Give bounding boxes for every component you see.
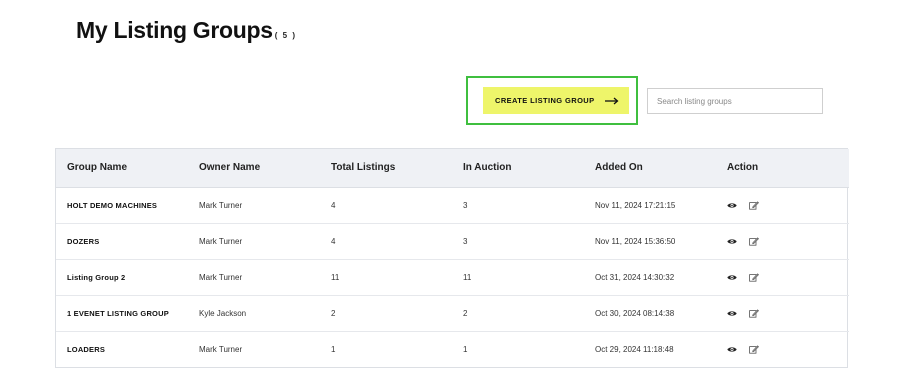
column-header-action: Action xyxy=(716,149,849,188)
eye-icon[interactable] xyxy=(727,202,737,209)
eye-icon[interactable] xyxy=(727,346,737,353)
page-title: My Listing Groups xyxy=(76,17,273,43)
owner-name-cell: Mark Turner xyxy=(199,236,243,246)
create-listing-group-button[interactable]: CREATE LISTING GROUP xyxy=(483,87,629,114)
group-name-cell: 1 EVENET LISTING GROUP xyxy=(67,308,169,318)
in-auction-cell: 3 xyxy=(463,200,468,210)
action-cell xyxy=(716,259,849,295)
total-listings-cell: 11 xyxy=(331,272,340,282)
added-on-cell: Oct 31, 2024 14:30:32 xyxy=(595,272,675,282)
table-row[interactable]: 1 EVENET LISTING GROUP Kyle Jackson 2 2 … xyxy=(56,295,849,331)
title-row: My Listing Groups ( 5 ) xyxy=(76,14,297,46)
in-auction-cell: 1 xyxy=(463,344,468,354)
owner-name-cell: Mark Turner xyxy=(199,272,243,282)
column-header-in-auction: In Auction xyxy=(452,149,584,188)
eye-icon[interactable] xyxy=(727,274,737,281)
added-on-cell: Nov 11, 2024 15:36:50 xyxy=(595,236,676,246)
page: My Listing Groups ( 5 ) CREATE LISTING G… xyxy=(0,0,904,384)
edit-icon[interactable] xyxy=(749,236,759,246)
edit-icon[interactable] xyxy=(749,200,759,210)
in-auction-cell: 3 xyxy=(463,236,468,246)
edit-icon[interactable] xyxy=(749,272,759,282)
owner-name-cell: Mark Turner xyxy=(199,200,243,210)
table-header-row: Group Name Owner Name Total Listings In … xyxy=(56,149,849,188)
in-auction-cell: 11 xyxy=(463,272,472,282)
column-header-group-name: Group Name xyxy=(56,149,188,188)
group-name-cell: Listing Group 2 xyxy=(67,272,126,282)
table-row[interactable]: Listing Group 2 Mark Turner 11 11 Oct 31… xyxy=(56,259,849,295)
column-header-added-on: Added On xyxy=(584,149,716,188)
search-listing-groups-input[interactable] xyxy=(647,88,823,114)
edit-icon[interactable] xyxy=(749,308,759,318)
table-row[interactable]: DOZERS Mark Turner 4 3 Nov 11, 2024 15:3… xyxy=(56,223,849,259)
arrow-right-icon xyxy=(604,97,619,105)
owner-name-cell: Mark Turner xyxy=(199,344,243,354)
edit-icon[interactable] xyxy=(749,344,759,354)
added-on-cell: Oct 29, 2024 11:18:48 xyxy=(595,344,674,354)
added-on-cell: Oct 30, 2024 08:14:38 xyxy=(595,308,675,318)
create-listing-group-label: CREATE LISTING GROUP xyxy=(495,96,595,105)
action-cell xyxy=(716,295,849,331)
column-header-total-listings: Total Listings xyxy=(320,149,452,188)
column-header-owner-name: Owner Name xyxy=(188,149,320,188)
table-row[interactable]: LOADERS Mark Turner 1 1 Oct 29, 2024 11:… xyxy=(56,331,849,367)
group-name-cell: LOADERS xyxy=(67,344,106,354)
in-auction-cell: 2 xyxy=(463,308,468,318)
listing-groups-table: Group Name Owner Name Total Listings In … xyxy=(55,148,849,368)
total-listings-cell: 4 xyxy=(331,200,336,210)
total-listings-cell: 2 xyxy=(331,308,336,318)
total-listings-cell: 4 xyxy=(331,236,336,246)
owner-name-cell: Kyle Jackson xyxy=(199,308,247,318)
group-count-badge: ( 5 ) xyxy=(274,31,297,40)
added-on-cell: Nov 11, 2024 17:21:15 xyxy=(595,200,676,210)
eye-icon[interactable] xyxy=(727,238,737,245)
group-name-cell: HOLT DEMO MACHINES xyxy=(67,200,158,210)
total-listings-cell: 1 xyxy=(331,344,336,354)
action-cell xyxy=(716,331,849,367)
table-row[interactable]: HOLT DEMO MACHINES Mark Turner 4 3 Nov 1… xyxy=(56,187,849,223)
eye-icon[interactable] xyxy=(727,310,737,317)
action-cell xyxy=(716,223,849,259)
action-cell xyxy=(716,187,849,223)
group-name-cell: DOZERS xyxy=(67,236,100,246)
